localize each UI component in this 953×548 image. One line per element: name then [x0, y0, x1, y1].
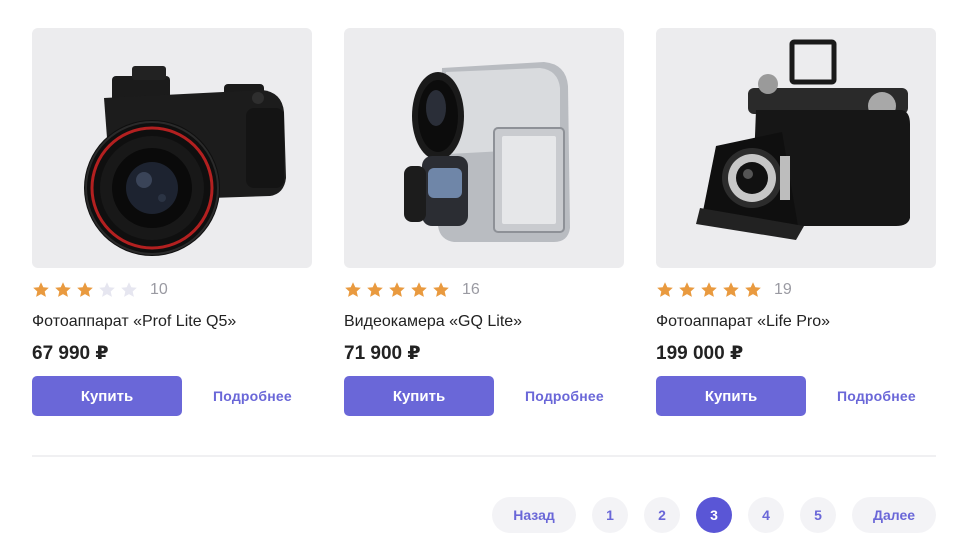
product-image-camcorder[interactable]	[344, 28, 624, 268]
star-filled-icon	[432, 281, 450, 299]
star-filled-icon	[700, 281, 718, 299]
product-image-folding-camera[interactable]	[656, 28, 936, 268]
rating-stars	[656, 281, 762, 299]
page-button[interactable]: 1	[592, 497, 628, 533]
buy-button[interactable]: Купить	[656, 376, 806, 416]
product-card: 19 Фотоаппарат «Life Pro» 199 000 ₽ Купи…	[656, 28, 936, 416]
star-filled-icon	[410, 281, 428, 299]
product-card: 10 Фотоаппарат «Prof Lite Q5» 67 990 ₽ К…	[32, 28, 312, 416]
star-filled-icon	[344, 281, 362, 299]
rating: 19	[656, 280, 936, 300]
camcorder-illustration	[404, 62, 570, 242]
buy-button[interactable]: Купить	[32, 376, 182, 416]
product-grid: 10 Фотоаппарат «Prof Lite Q5» 67 990 ₽ К…	[32, 28, 936, 416]
rating-stars	[344, 281, 450, 299]
page-button[interactable]: 2	[644, 497, 680, 533]
buy-button[interactable]: Купить	[344, 376, 494, 416]
review-count: 19	[774, 281, 792, 298]
star-filled-icon	[656, 281, 674, 299]
star-filled-icon	[76, 281, 94, 299]
details-link[interactable]: Подробнее	[837, 388, 916, 404]
review-count: 16	[462, 281, 480, 298]
product-price: 67 990 ₽	[32, 343, 109, 364]
prev-page-button[interactable]: Назад	[492, 497, 576, 533]
folding-camera-illustration	[696, 39, 910, 240]
next-page-button[interactable]: Далее	[852, 497, 936, 533]
star-filled-icon	[722, 281, 740, 299]
rating: 10	[32, 280, 312, 300]
star-filled-icon	[32, 281, 50, 299]
details-link[interactable]: Подробнее	[525, 388, 604, 404]
star-empty-icon	[120, 281, 138, 299]
product-name[interactable]: Фотоаппарат «Prof Lite Q5»	[32, 312, 312, 332]
star-filled-icon	[678, 281, 696, 299]
details-link[interactable]: Подробнее	[213, 388, 292, 404]
dslr-camera-illustration	[84, 66, 286, 256]
product-card: 16 Видеокамера «GQ Lite» 71 900 ₽ Купить…	[344, 28, 624, 416]
page-button-current[interactable]: 3	[696, 497, 732, 533]
product-price: 71 900 ₽	[344, 343, 421, 364]
page-button[interactable]: 4	[748, 497, 784, 533]
rating-stars	[32, 281, 138, 299]
product-image-dslr-camera[interactable]	[32, 28, 312, 268]
review-count: 10	[150, 281, 168, 298]
rating: 16	[344, 280, 624, 300]
star-filled-icon	[744, 281, 762, 299]
product-actions: Купить Подробнее	[344, 376, 624, 416]
product-name[interactable]: Видеокамера «GQ Lite»	[344, 312, 624, 332]
pagination: Назад 1 2 3 4 5 Далее	[492, 497, 936, 533]
product-price: 199 000 ₽	[656, 343, 744, 364]
product-name[interactable]: Фотоаппарат «Life Pro»	[656, 312, 936, 332]
divider	[32, 455, 936, 457]
star-filled-icon	[388, 281, 406, 299]
star-filled-icon	[54, 281, 72, 299]
star-empty-icon	[98, 281, 116, 299]
product-actions: Купить Подробнее	[656, 376, 936, 416]
page-button[interactable]: 5	[800, 497, 836, 533]
product-actions: Купить Подробнее	[32, 376, 312, 416]
star-filled-icon	[366, 281, 384, 299]
